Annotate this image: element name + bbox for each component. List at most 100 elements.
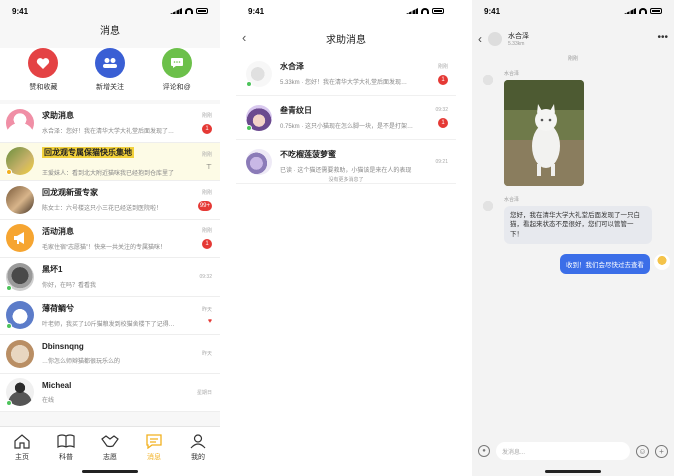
page-title: 求助消息 [326,34,366,46]
sender-name: 水合泽 [504,197,520,203]
message-time: 刚刚 [201,112,212,119]
likes-favorites-button[interactable]: 赞和收藏 [13,48,73,100]
avatar [6,339,34,368]
comments-mentions-button[interactable]: 评论和@ [147,48,207,100]
tab-label: 主页 [15,454,29,461]
tab-messages[interactable]: 消息 [134,433,174,462]
online-dot [246,124,252,131]
people-icon [94,48,125,78]
handshake-icon [101,433,119,449]
online-dot [6,400,12,407]
book-icon [57,433,75,449]
message-preview: 毛家住宿“志愿猫”！快来一共关注的专属猫咪！ [42,244,166,251]
quick-label: 新增关注 [95,84,124,91]
tab-home[interactable]: 主页 [2,433,42,462]
online-dot [246,80,252,87]
list-item[interactable]: Micheal 在线 星期日 [0,373,220,412]
help-list: 水合泽 5.33km · 您好！我在清华大学大礼堂后面发现… 刚刚 1 叁青纹日 0.… [236,52,456,184]
avatar [246,60,272,87]
message-preview: 叶老师，我买了10斤猫粮发到校猫舍楼下了记得… [42,321,175,328]
megaphone-icon [6,224,34,253]
system-icons [170,8,208,14]
heart-icon [28,48,59,78]
unread-badge: 1 [438,74,448,85]
quick-actions: 赞和收藏 新增关注 评论和@ [0,48,220,100]
add-icon[interactable]: + [655,444,668,458]
person-icon [189,433,207,449]
message-name: 求助消息 [42,111,74,121]
tab-volunteer[interactable]: 志愿 [90,433,130,462]
message-preview: 陈女士：六号楼这只小三花已经送到医院啦！ [42,206,163,213]
message-preview: …你怎么师辫猫都很玩乐么的 [42,359,121,366]
chat-timestamp: 刚刚 [567,56,578,62]
signal-icon [170,8,182,14]
signal-icon [406,8,418,14]
message-time: 昨天 [201,351,212,358]
online-dot [6,323,12,330]
status-time: 9:41 [248,6,265,16]
avatar [6,185,34,214]
battery-icon [432,8,444,14]
tab-label: 消息 [147,454,161,461]
avatar [488,32,502,46]
tab-science[interactable]: 科普 [46,433,86,462]
comment-icon [161,48,192,78]
cat-photo[interactable] [504,80,584,186]
wifi-icon [421,8,429,14]
home-indicator [82,470,138,473]
tab-label: 志愿 [103,454,117,461]
message-time: 刚刚 [437,63,448,70]
contact-info: 水合泽 5.33km [508,31,529,47]
wifi-icon [639,8,647,14]
message-time: 刚刚 [201,228,212,235]
message-preview: 水合泽：您好！我在清华大学大礼堂后面发现了… [42,129,175,136]
message-time: 昨天 [201,306,212,313]
avatar [6,147,34,176]
wifi-icon [185,8,193,14]
unread-badge: 99+ [197,200,212,211]
status-bar: 9:41 [236,0,456,22]
status-bar: 9:41 [472,0,674,22]
message-time: 09:32 [199,273,212,280]
emoji-icon[interactable]: ☺ [636,444,649,458]
list-item[interactable]: 回龙观专属保猫快乐集地 王爱妹人：看到北大附近猫咪我已经抱到仓库里了 刚刚 ⊤ [0,142,220,181]
list-item[interactable]: 回龙观新蛋专家 陈女士：六号楼这只小三花已经送到医院啦！ 刚刚 99+ [0,181,220,220]
heart-icon: ♥ [207,317,212,325]
list-item[interactable]: Dbinsnqng …你怎么师辫猫都很玩乐么的 昨天 [0,335,220,374]
system-icons [624,8,662,14]
message-preview: 你好，在吗？看看我 [42,283,97,290]
tab-profile[interactable]: 我的 [178,433,218,462]
back-icon[interactable]: ‹ [242,30,246,45]
message-preview: 已读 · 这个猫还需要救助，小猫该是来在人的表现 [280,168,412,174]
message-name: 黑坏1 [42,265,63,275]
incoming-message: 您好，我在清华大学大礼堂后面发现了一只白猫，看起来状态不是很好，您们可以管管一下… [504,206,652,245]
message-time: 09:32 [435,107,448,113]
online-dot [6,284,12,291]
new-followers-button[interactable]: 新增关注 [80,48,140,100]
more-icon[interactable]: ••• [657,32,668,43]
back-icon[interactable]: ‹ [478,32,482,46]
avatar [246,148,272,175]
message-time: 星期日 [196,389,212,396]
tab-bar: 主页 科普 志愿 消息 我的 [0,426,220,476]
message-name: 不吃榴莲菠萝蜜 [280,150,336,159]
contact-name: 水合泽 [508,33,529,40]
list-item[interactable]: 黑坏1 你好，在吗？看看我 09:32 [0,258,220,297]
battery-icon [196,8,208,14]
unread-badge: 1 [202,123,212,134]
home-icon [13,433,31,449]
microphone-icon[interactable]: ● [478,445,490,457]
message-input[interactable]: 发消息... [496,442,630,460]
list-item[interactable]: 水合泽 5.33km · 您好！我在清华大学大礼堂后面发现… 刚刚 1 [236,52,456,96]
contact-distance: 5.33km [508,41,525,47]
list-item[interactable]: 薄荷鲷兮 叶老师，我买了10斤猫粮发到校猫舍楼下了记得… 昨天 ♥ [0,296,220,335]
list-item[interactable]: 求助消息水合泽：您好！我在清华大学大礼堂后面发现了… 刚刚 1 [0,104,220,143]
list-item[interactable]: 活动消息 毛家住宿“志愿猫”！快来一共关注的专属猫咪！ 刚刚 1 [0,219,220,258]
message-name: Micheal [42,380,72,390]
messages-screen: 9:41 消息 赞和收藏 新增关注 评论和@ 求助消息 水合泽：您好！我在清华大学… [0,0,220,476]
tab-label: 我的 [191,454,205,461]
message-preview: 5.33km · 您好！我在清华大学大礼堂后面发现… [280,80,408,86]
tab-label: 科普 [59,454,73,461]
list-item[interactable]: 叁青纹日 0.75km · 这只小猫现在怎么脚一块，是不是打架… 09:32 1 [236,96,456,140]
home-indicator [545,470,601,473]
